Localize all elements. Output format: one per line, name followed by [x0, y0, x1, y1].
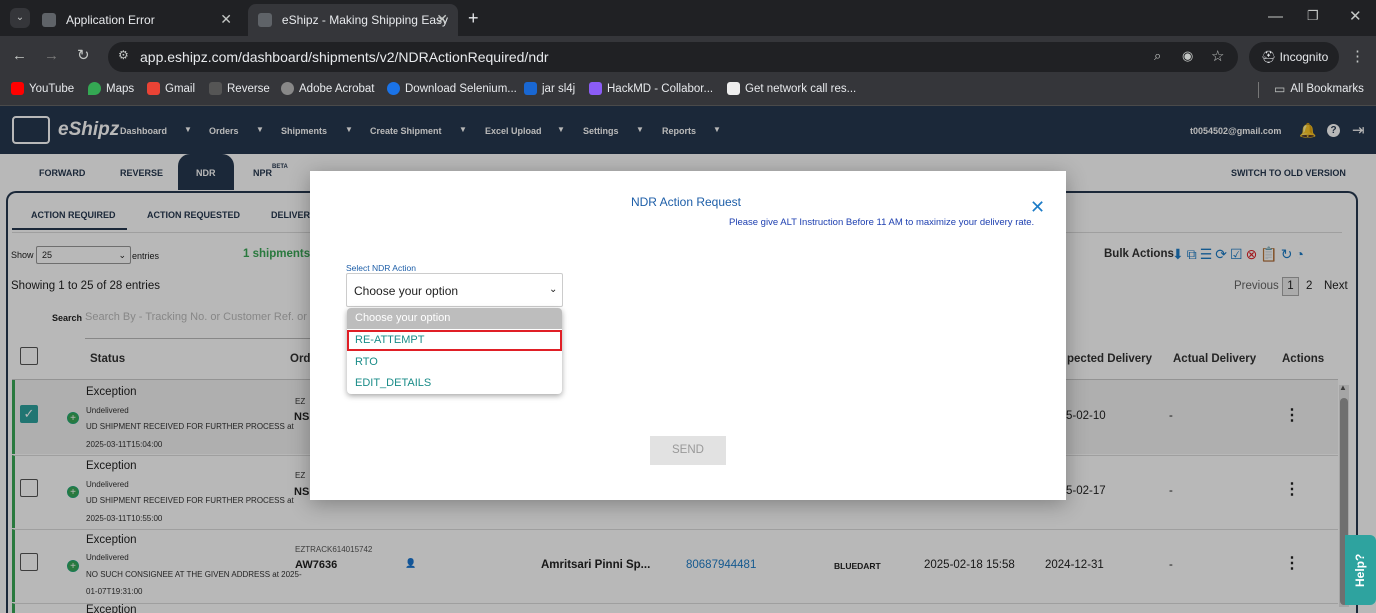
modal-title: NDR Action Request	[630, 195, 742, 209]
bookmark-label: All Bookmarks	[1290, 83, 1364, 95]
page-icon	[42, 13, 56, 27]
page-icon	[209, 82, 222, 95]
profile-label: Incognito	[1279, 50, 1329, 64]
bookmark-hackmd[interactable]: HackMD - Collabor...	[589, 82, 713, 95]
url-text[interactable]: app.eshipz.com/dashboard/shipments/v2/ND…	[140, 49, 549, 65]
browser-tab-eshipz[interactable]: eShipz - Making Shipping Easy ✕	[248, 4, 458, 36]
maps-icon	[88, 82, 101, 95]
youtube-icon	[11, 82, 24, 95]
option-edit-details[interactable]: EDIT_DETAILS	[347, 373, 562, 394]
minimize-icon[interactable]: —	[1268, 8, 1283, 25]
ndr-action-dropdown: Choose your option RE-ATTEMPT RTO EDIT_D…	[347, 308, 562, 394]
bookmark-adobe[interactable]: Adobe Acrobat	[281, 82, 374, 95]
all-bookmarks[interactable]: ▭ All Bookmarks	[1274, 82, 1364, 96]
hackmd-icon	[589, 82, 602, 95]
new-tab-icon[interactable]: +	[468, 8, 479, 29]
bookmark-reverse[interactable]: Reverse	[209, 82, 270, 95]
option-re-attempt[interactable]: RE-ATTEMPT	[347, 330, 562, 351]
zoom-icon[interactable]: ⌕	[1154, 48, 1161, 64]
close-tab-icon[interactable]: ✕	[220, 11, 232, 28]
menu-kebab-icon[interactable]: ⋮	[1350, 47, 1365, 65]
close-tab-icon[interactable]: ✕	[436, 11, 448, 28]
bookmark-label: Adobe Acrobat	[299, 82, 375, 95]
bookmark-label: Download Selenium...	[405, 82, 517, 95]
bookmark-label: Maps	[106, 82, 135, 95]
bookmark-label: Reverse	[227, 82, 270, 95]
bookmark-label: HackMD - Collabor...	[607, 82, 714, 95]
gmail-icon	[147, 82, 160, 95]
bookmark-youtube[interactable]: YouTube	[11, 82, 74, 95]
page-icon	[258, 13, 272, 27]
modal-note: Please give ALT Instruction Before 11 AM…	[729, 217, 1035, 228]
eye-slash-icon[interactable]: ◉	[1182, 48, 1193, 64]
globe-icon	[281, 82, 294, 95]
page-icon	[727, 82, 740, 95]
tab-title: Application Error	[66, 13, 155, 27]
reload-icon[interactable]: ↻	[77, 46, 90, 64]
forward-icon[interactable]: →	[44, 47, 59, 64]
back-icon[interactable]: ←	[12, 47, 27, 64]
restore-icon[interactable]: ❐	[1307, 8, 1319, 24]
bookmark-maps[interactable]: Maps	[88, 82, 134, 95]
help-tab[interactable]: Help?	[1345, 535, 1376, 605]
selenium-icon	[387, 82, 400, 95]
browser-tab-application-error[interactable]: Application Error ✕	[32, 4, 242, 36]
bookmark-label: Gmail	[165, 82, 196, 95]
tab-title: eShipz - Making Shipping Easy	[281, 13, 448, 27]
bookmark-label: YouTube	[29, 82, 75, 95]
tab-search-icon[interactable]: ⌄	[10, 8, 30, 28]
chevron-down-icon[interactable]: ⌄	[549, 284, 557, 295]
option-rto[interactable]: RTO	[347, 352, 562, 373]
incognito-icon: ⛑	[1261, 50, 1280, 64]
bookmark-selenium[interactable]: Download Selenium...	[387, 82, 517, 95]
site-info-icon[interactable]: ⚙	[118, 48, 129, 62]
option-choose[interactable]: Choose your option	[347, 308, 562, 329]
send-button[interactable]: SEND	[650, 436, 726, 465]
bookmark-divider	[1258, 82, 1259, 98]
ndr-action-select-label: Select NDR Action	[346, 263, 416, 273]
vscode-icon	[524, 82, 537, 95]
incognito-badge[interactable]: ⛑ Incognito	[1249, 42, 1339, 72]
close-icon[interactable]: ✕	[1030, 197, 1045, 218]
bookmark-jar[interactable]: jar sl4j	[524, 82, 575, 95]
bookmark-gmail[interactable]: Gmail	[147, 82, 195, 95]
bookmark-label: jar sl4j	[542, 82, 576, 95]
ndr-action-select[interactable]: Choose your option	[346, 273, 563, 307]
bookmark-label: Get network call res...	[745, 82, 857, 95]
folder-icon: ▭	[1274, 82, 1286, 96]
close-window-icon[interactable]: ✕	[1349, 7, 1362, 25]
bookmark-star-icon[interactable]: ☆	[1211, 47, 1224, 65]
bookmark-network[interactable]: Get network call res...	[727, 82, 856, 95]
